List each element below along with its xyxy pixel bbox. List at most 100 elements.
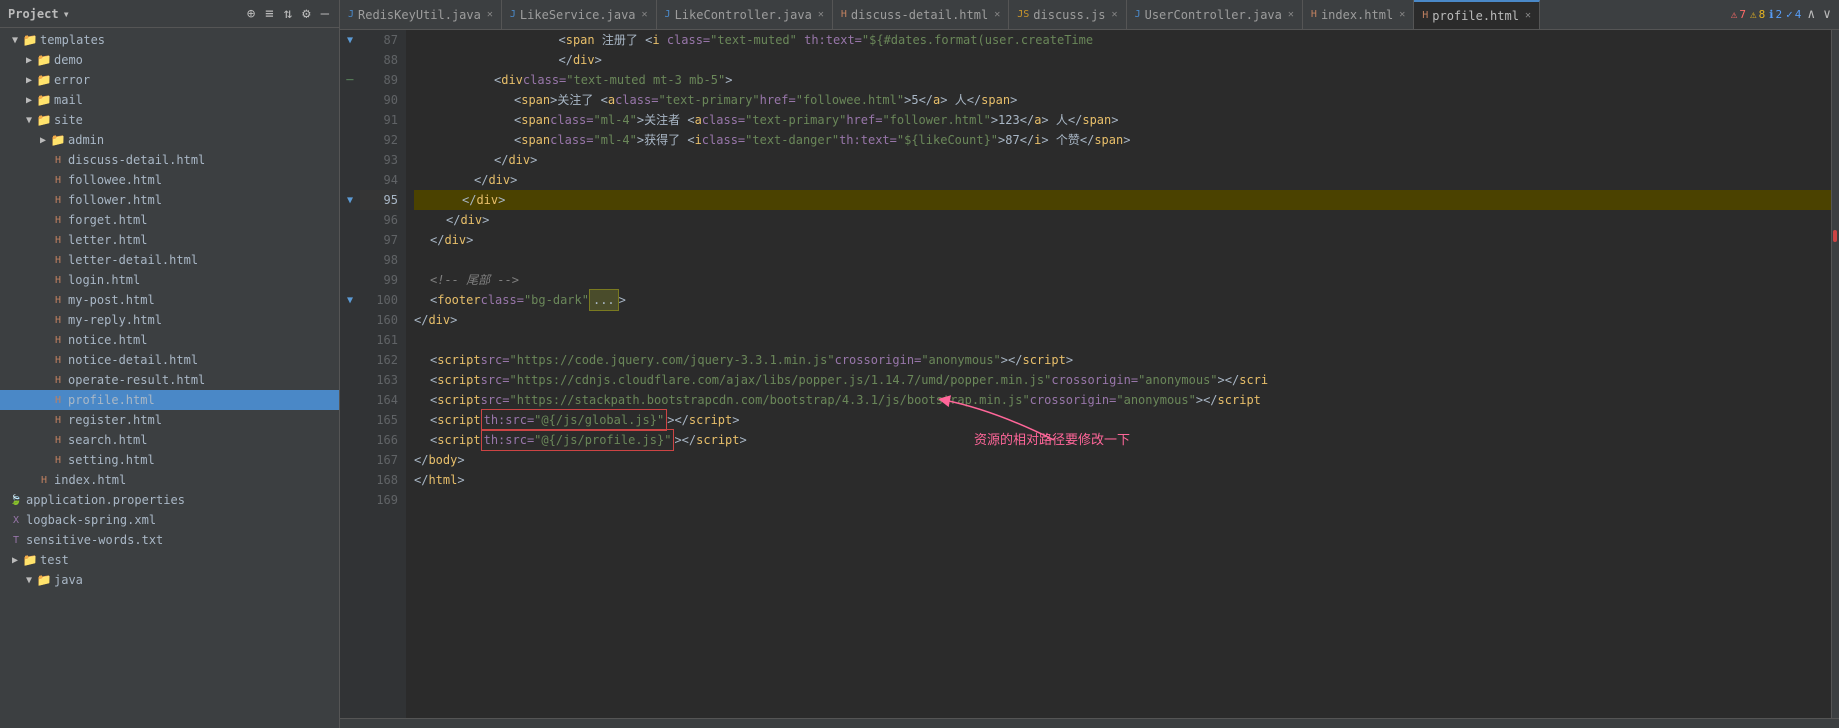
- tab-discuss-detail[interactable]: H discuss-detail.html ✕: [833, 0, 1009, 30]
- tab-label-profile: profile.html: [1432, 9, 1519, 23]
- tree-item-followee[interactable]: H followee.html: [0, 170, 339, 190]
- sort-icon[interactable]: ⇅: [282, 5, 294, 23]
- right-scrollbar[interactable]: [1831, 30, 1839, 718]
- error-icon: ⚠: [1731, 8, 1738, 21]
- tab-close-profile[interactable]: ✕: [1525, 10, 1531, 21]
- linenum-167: 167: [360, 450, 398, 470]
- info2-indicator[interactable]: ✓ 4: [1786, 8, 1801, 21]
- code-editor[interactable]: ▼ − ▼ ▼: [340, 30, 1839, 718]
- tree-item-register[interactable]: H register.html: [0, 410, 339, 430]
- tab-icon-index: H: [1311, 9, 1317, 20]
- tab-close-index[interactable]: ✕: [1399, 9, 1405, 20]
- tab-profile[interactable]: H profile.html ✕: [1414, 0, 1540, 30]
- tree-label-my-post: my-post.html: [68, 293, 155, 307]
- tree-item-discuss-detail[interactable]: H discuss-detail.html: [0, 150, 339, 170]
- xml-icon-logback: X: [8, 515, 24, 526]
- tree-label-java: java: [54, 573, 83, 587]
- tree-item-notice-detail[interactable]: H notice-detail.html: [0, 350, 339, 370]
- fold-87[interactable]: ▼: [347, 35, 353, 46]
- gutter-165: [340, 410, 360, 430]
- tab-label-rediskeyutil: RedisKeyUtil.java: [358, 8, 481, 22]
- collapse-btn[interactable]: ∨: [1821, 5, 1833, 24]
- tab-icon-rediskeyutil: J: [348, 9, 354, 20]
- error-indicator[interactable]: ⚠ 7: [1731, 8, 1746, 21]
- tree-item-sensitive[interactable]: T sensitive-words.txt: [0, 530, 339, 550]
- tree-item-login[interactable]: H login.html: [0, 270, 339, 290]
- tab-close-rediskeyutil[interactable]: ✕: [487, 9, 493, 20]
- tab-likeservice[interactable]: J LikeService.java ✕: [502, 0, 657, 30]
- linenum-166: 166: [360, 430, 398, 450]
- linenum-95: 95: [360, 190, 398, 210]
- settings-icon[interactable]: ⚙: [300, 5, 312, 23]
- code-editor-wrapper: ▼ − ▼ ▼: [340, 30, 1839, 718]
- tab-discuss[interactable]: JS discuss.js ✕: [1009, 0, 1126, 30]
- gutter-90: [340, 90, 360, 110]
- tree-item-notice[interactable]: H notice.html: [0, 330, 339, 350]
- linenum-89: 89: [360, 70, 398, 90]
- tree-item-site[interactable]: ▼ 📁 site: [0, 110, 339, 130]
- tree-label-app-properties: application.properties: [26, 493, 185, 507]
- structure-icon[interactable]: ≡: [263, 5, 275, 23]
- tree-item-profile[interactable]: H profile.html: [0, 390, 339, 410]
- fold-95[interactable]: ▼: [347, 195, 353, 206]
- minimize-icon[interactable]: —: [319, 5, 331, 23]
- tree-item-letter-detail[interactable]: H letter-detail.html: [0, 250, 339, 270]
- tab-close-discuss[interactable]: ✕: [1112, 9, 1118, 20]
- tree-label-operate-result: operate-result.html: [68, 373, 205, 387]
- tab-likecontroller[interactable]: J LikeController.java ✕: [657, 0, 833, 30]
- tab-close-likeservice[interactable]: ✕: [642, 9, 648, 20]
- tree-item-admin[interactable]: ▶ 📁 admin: [0, 130, 339, 150]
- tree-arrow-test: ▶: [8, 555, 22, 566]
- tree-item-operate-result[interactable]: H operate-result.html: [0, 370, 339, 390]
- html-icon-register: H: [50, 415, 66, 426]
- tree-item-setting[interactable]: H setting.html: [0, 450, 339, 470]
- tab-close-usercontroller[interactable]: ✕: [1288, 9, 1294, 20]
- linenum-165: 165: [360, 410, 398, 430]
- gutter-92: [340, 130, 360, 150]
- tab-close-discuss-detail[interactable]: ✕: [994, 9, 1000, 20]
- tree-item-my-post[interactable]: H my-post.html: [0, 290, 339, 310]
- tree-item-app-properties[interactable]: 🍃 application.properties: [0, 490, 339, 510]
- tree-item-mail[interactable]: ▶ 📁 mail: [0, 90, 339, 110]
- tree-arrow-error: ▶: [22, 75, 36, 86]
- tree-item-follower[interactable]: H follower.html: [0, 190, 339, 210]
- tree-label-discuss-detail: discuss-detail.html: [68, 153, 205, 167]
- project-dropdown-icon[interactable]: ▾: [63, 7, 70, 21]
- html-icon-operate-result: H: [50, 375, 66, 386]
- tree-label-site: site: [54, 113, 83, 127]
- tab-icon-likeservice: J: [510, 9, 516, 20]
- tree-item-index-html[interactable]: H index.html: [0, 470, 339, 490]
- tree-item-test[interactable]: ▶ 📁 test: [0, 550, 339, 570]
- tree-item-my-reply[interactable]: H my-reply.html: [0, 310, 339, 330]
- project-label[interactable]: Project ▾: [8, 7, 70, 21]
- gutter-94: [340, 170, 360, 190]
- tree-label-forget: forget.html: [68, 213, 147, 227]
- tree-item-templates[interactable]: ▼ 📁 templates: [0, 30, 339, 50]
- error-count: 7: [1739, 8, 1746, 21]
- tree-item-letter[interactable]: H letter.html: [0, 230, 339, 250]
- tree-item-error[interactable]: ▶ 📁 error: [0, 70, 339, 90]
- fold-89[interactable]: −: [346, 72, 354, 88]
- tab-rediskeyutil[interactable]: J RedisKeyUtil.java ✕: [340, 0, 502, 30]
- tree-item-search[interactable]: H search.html: [0, 430, 339, 450]
- html-icon-notice-detail: H: [50, 355, 66, 366]
- warning-indicator[interactable]: ⚠ 8: [1750, 8, 1765, 21]
- tree-item-forget[interactable]: H forget.html: [0, 210, 339, 230]
- gutter-162: [340, 350, 360, 370]
- project-title: Project: [8, 7, 59, 21]
- tree-item-demo[interactable]: ▶ 📁 demo: [0, 50, 339, 70]
- code-line-161: [414, 330, 1839, 350]
- expand-btn[interactable]: ∧: [1805, 5, 1817, 24]
- add-icon[interactable]: ⊕: [245, 5, 257, 23]
- info1-indicator[interactable]: ℹ 2: [1769, 8, 1782, 21]
- fold-100[interactable]: ▼: [347, 295, 353, 306]
- folder-icon-java: 📁: [36, 573, 52, 587]
- file-tree: ▼ 📁 templates ▶ 📁 demo ▶ 📁 error ▶ 📁 mai…: [0, 28, 339, 728]
- tree-label-search: search.html: [68, 433, 147, 447]
- tab-usercontroller[interactable]: J UserController.java ✕: [1127, 0, 1303, 30]
- tree-item-logback[interactable]: X logback-spring.xml: [0, 510, 339, 530]
- tab-close-likecontroller[interactable]: ✕: [818, 9, 824, 20]
- tab-index[interactable]: H index.html ✕: [1303, 0, 1414, 30]
- code-content[interactable]: <span 注册了 <i class="text-muted" th:text=…: [406, 30, 1839, 718]
- tree-item-java[interactable]: ▼ 📁 java: [0, 570, 339, 590]
